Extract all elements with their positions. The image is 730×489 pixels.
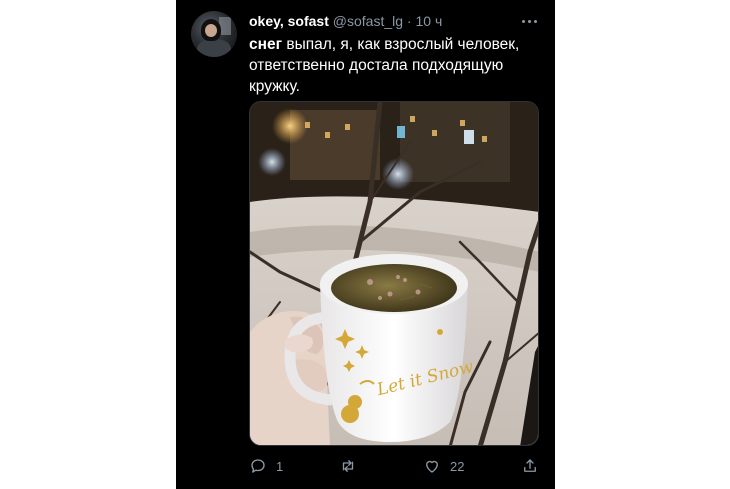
tweet-card[interactable]: okey, sofast @sofast_lg · 10 ч снег выпа… <box>176 0 555 489</box>
tweet-photo[interactable]: Let it Snow <box>249 101 539 446</box>
tweet-text-bold: снег <box>249 36 283 53</box>
reply-icon <box>251 459 265 473</box>
avatar-face <box>205 24 217 37</box>
like-count: 22 <box>450 458 465 474</box>
retweet-button[interactable] <box>339 456 366 476</box>
share-button[interactable] <box>521 456 539 476</box>
reply-count: 1 <box>276 458 284 474</box>
share-icon <box>524 459 536 472</box>
more-options-icon[interactable] <box>519 12 541 30</box>
retweet-icon <box>342 460 354 472</box>
heart-icon <box>426 460 438 473</box>
photo-scene: Let it Snow <box>250 102 538 445</box>
tweet-actions: 1 22 <box>249 456 541 476</box>
tweet-text-rest: выпал, я, как взрослый человек, ответств… <box>249 36 520 95</box>
reply-button[interactable]: 1 <box>249 456 283 476</box>
avatar-body <box>197 39 231 57</box>
tweet-header: okey, sofast @sofast_lg · 10 ч <box>249 12 539 32</box>
tweet-text: снег выпал, я, как взрослый человек, отв… <box>249 34 541 97</box>
tweet-time[interactable]: 10 ч <box>415 13 442 29</box>
author-name[interactable]: okey, sofast <box>249 13 329 29</box>
avatar[interactable] <box>191 11 237 57</box>
author-handle[interactable]: @sofast_lg <box>333 13 403 29</box>
like-button[interactable]: 22 <box>423 456 464 476</box>
header-separator: · <box>406 13 412 29</box>
